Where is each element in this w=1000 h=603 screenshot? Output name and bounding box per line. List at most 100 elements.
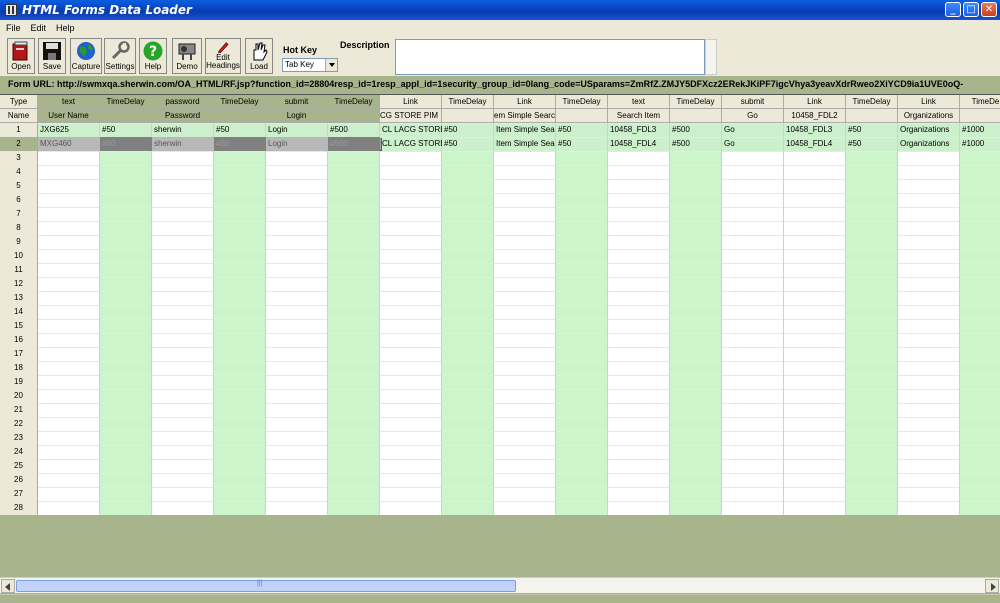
grid-cell[interactable]: 10458_FDL4 [608,137,670,151]
column-type-header[interactable]: TimeDelay [328,95,380,109]
chevron-down-icon[interactable] [325,59,337,71]
row-number[interactable]: 23 [0,431,38,445]
column-type-header[interactable]: TimeDelay [670,95,722,109]
row-number[interactable]: 4 [0,165,38,179]
row-number[interactable]: 22 [0,417,38,431]
column-type-header[interactable]: Link [494,95,556,109]
minimize-button[interactable]: _ [945,2,961,17]
column-name-header[interactable]: Go [722,109,784,123]
maximize-button[interactable]: □ [963,2,979,17]
column-name-header[interactable]: em Simple Searc [494,109,556,123]
row-number[interactable]: 26 [0,473,38,487]
column-name-header[interactable]: User Name [38,109,100,123]
save-button[interactable]: Save [38,38,66,74]
column-name-header[interactable]: CG STORE PIM I [380,109,442,123]
row-number[interactable]: 21 [0,403,38,417]
column-type-header[interactable]: TimeDelay [442,95,494,109]
grid-cell[interactable]: #50 [556,123,608,137]
scroll-right-arrow-icon[interactable] [985,579,999,593]
row-number[interactable]: 12 [0,277,38,291]
row-number[interactable]: 24 [0,445,38,459]
row-number[interactable]: 15 [0,319,38,333]
row-number[interactable]: 16 [0,333,38,347]
grid-cell[interactable]: CL LACG STORE [380,123,442,137]
grid-cell[interactable]: sherwin [152,137,214,151]
grid-cell[interactable]: #500 [670,123,722,137]
row-number[interactable]: 13 [0,291,38,305]
menu-edit[interactable]: Edit [31,23,47,33]
row-number[interactable]: 25 [0,459,38,473]
grid-cell[interactable]: 10458_FDL3 [608,123,670,137]
column-type-header[interactable]: text [608,95,670,109]
row-number[interactable]: 5 [0,179,38,193]
column-type-header[interactable]: TimeDe [960,95,1000,109]
menu-help[interactable]: Help [56,23,75,33]
grid-cell[interactable]: Login [266,123,328,137]
row-number[interactable]: 7 [0,207,38,221]
column-name-header[interactable] [328,109,380,123]
row-number[interactable]: 10 [0,249,38,263]
grid-cell[interactable]: CL LACG STORE [380,137,442,151]
settings-button[interactable]: Settings [104,38,136,74]
column-name-header[interactable] [670,109,722,123]
grid-cell[interactable]: Go [722,123,784,137]
edit-headings-button[interactable]: Edit Headings [205,38,241,74]
row-number[interactable]: 17 [0,347,38,361]
row-number[interactable]: 3 [0,151,38,165]
column-type-header[interactable]: TimeDelay [556,95,608,109]
grid-cell[interactable]: 10458_FDL4 [784,137,846,151]
column-name-header[interactable]: Password [152,109,214,123]
grid-cell[interactable]: Login [266,137,328,151]
demo-button[interactable]: Demo [172,38,202,74]
grid-cell[interactable]: #1000 [960,137,1000,151]
row-number[interactable]: 27 [0,487,38,501]
column-name-header[interactable]: Organizations [898,109,960,123]
grid-cell[interactable]: Organizations [898,137,960,151]
column-name-header[interactable] [100,109,152,123]
column-name-header[interactable] [846,109,898,123]
capture-button[interactable]: Capture [70,38,102,74]
column-name-header[interactable] [442,109,494,123]
hotkey-select[interactable]: Tab Key [282,58,338,72]
row-number[interactable]: 6 [0,193,38,207]
grid-cell[interactable]: #50 [442,137,494,151]
column-name-header[interactable] [214,109,266,123]
scroll-left-arrow-icon[interactable] [1,579,15,593]
grid-cell[interactable]: JXG625 [38,123,100,137]
column-type-header[interactable]: submit [722,95,784,109]
column-name-header[interactable]: Search Item [608,109,670,123]
column-type-header[interactable]: Link [898,95,960,109]
grid-cell[interactable]: #50 [846,137,898,151]
description-scrollbar[interactable] [705,39,717,75]
grid-cell[interactable]: Organizations [898,123,960,137]
column-name-header[interactable] [556,109,608,123]
horizontal-scrollbar[interactable] [0,577,1000,593]
column-type-header[interactable]: TimeDelay [214,95,266,109]
column-type-header[interactable]: TimeDelay [100,95,152,109]
grid-cell[interactable]: sherwin [152,123,214,137]
row-number[interactable]: 1 [0,123,38,137]
open-button[interactable]: Open [7,38,35,74]
load-button[interactable]: Load [245,38,273,74]
row-number[interactable]: 18 [0,361,38,375]
grid-cell[interactable]: #500 [328,123,380,137]
column-type-header[interactable]: TimeDelay [846,95,898,109]
grid-cell[interactable]: #50 [214,123,266,137]
row-number[interactable]: 20 [0,389,38,403]
grid-cell[interactable]: #50 [442,123,494,137]
column-type-header[interactable]: Link [380,95,442,109]
grid-cell[interactable]: #50 [100,123,152,137]
column-type-header[interactable]: submit [266,95,328,109]
column-name-header[interactable]: 10458_FDL2 [784,109,846,123]
scroll-thumb[interactable] [16,580,516,592]
grid-cell[interactable]: #1000 [960,123,1000,137]
grid-cell[interactable]: Item Simple Sea [494,137,556,151]
grid-cell[interactable]: #50 [556,137,608,151]
grid-cell[interactable]: #50 [100,137,152,151]
column-name-header[interactable]: Login [266,109,328,123]
row-number[interactable]: 11 [0,263,38,277]
close-button[interactable]: ✕ [981,2,997,17]
grid-cell[interactable]: #500 [328,137,380,151]
column-type-header[interactable]: Link [784,95,846,109]
description-field[interactable] [395,39,705,75]
